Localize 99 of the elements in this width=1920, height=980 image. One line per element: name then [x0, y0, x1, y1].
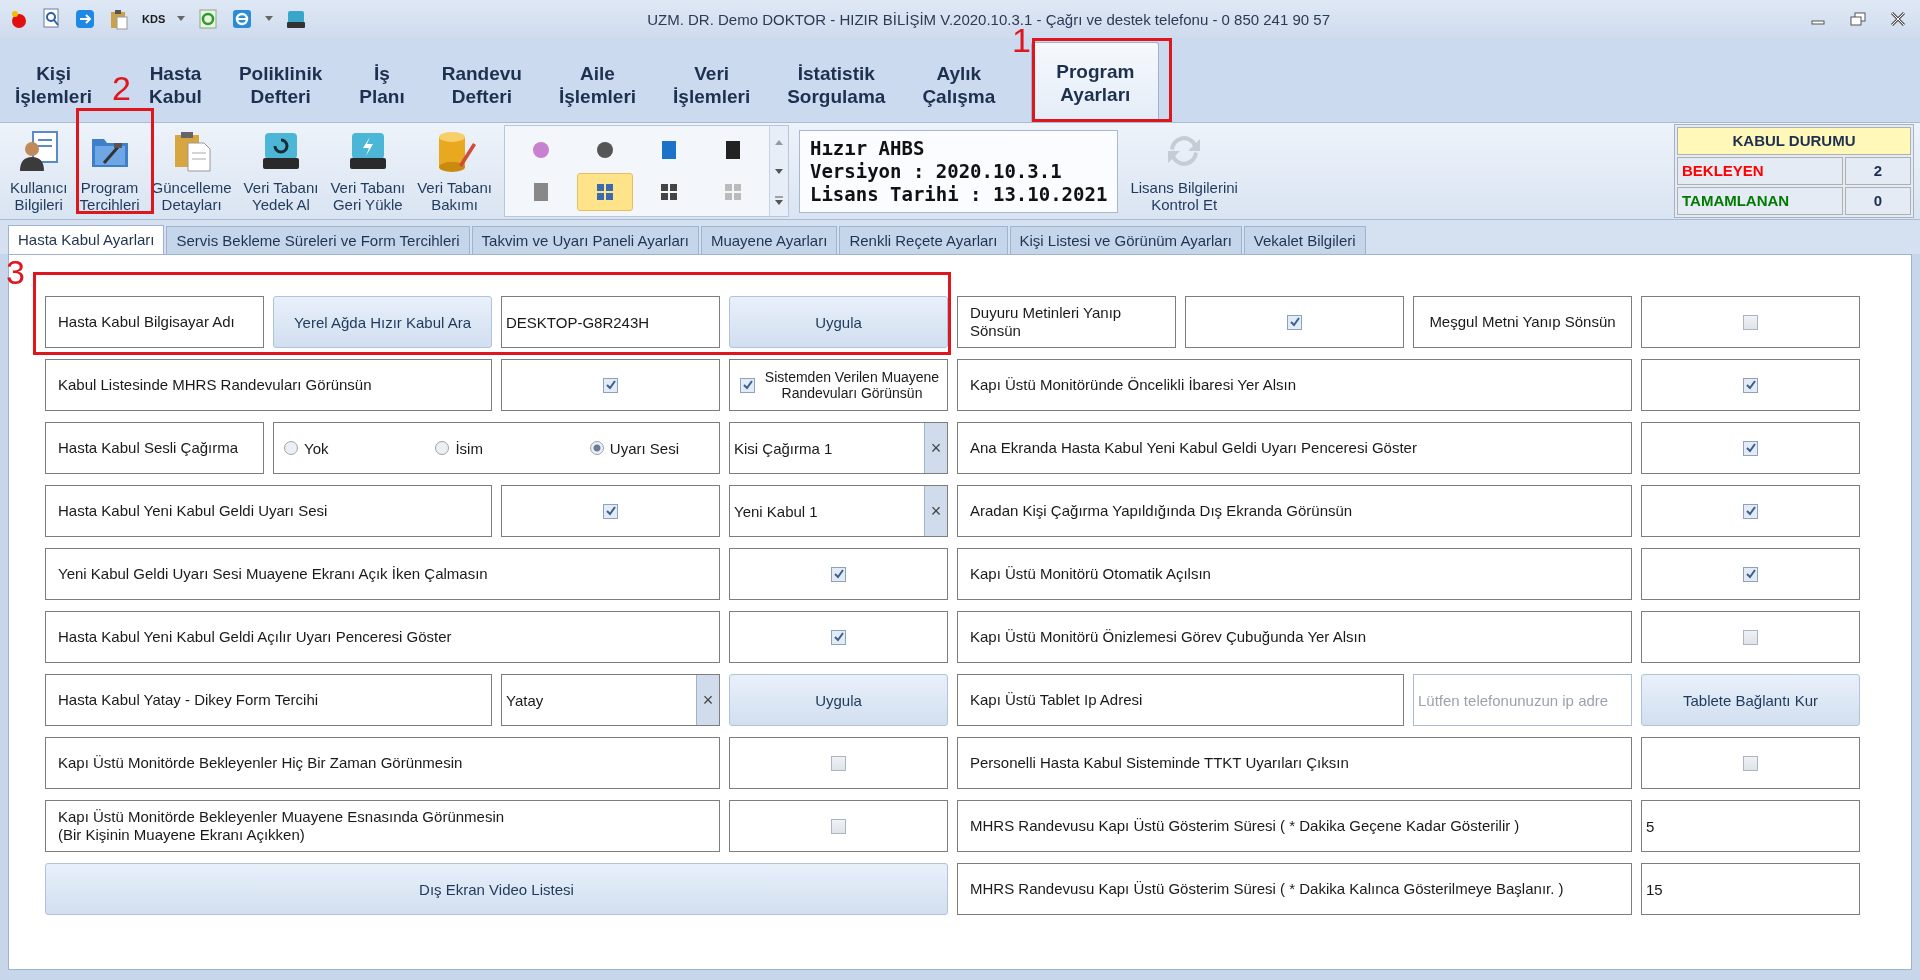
- setting-label: Ana Ekranda Hasta Kabul Yeni Kabul Geldi Uyarı Penceresi Göster: [957, 422, 1632, 474]
- checkbox[interactable]: [603, 377, 618, 393]
- setting-label: Duyuru Metinleri Yanıp Sönsün: [957, 296, 1176, 348]
- ribbon-tab[interactable]: Aile İşlemleri: [543, 57, 652, 112]
- caret-icon[interactable]: [265, 16, 274, 22]
- toolbar-button[interactable]: Kullanıcı Bilgileri: [6, 127, 72, 215]
- setting-label: Hasta Kabul Yeni Kabul Geldi Açılır Uyarı Penceresi Göster: [45, 611, 720, 663]
- close-icon[interactable]: [1890, 12, 1906, 26]
- checkbox[interactable]: [1743, 566, 1758, 582]
- version-text: Versiyon : 2020.10.3.1: [809, 159, 1063, 183]
- status-title: KABUL DURUMU: [1677, 127, 1911, 155]
- action-button[interactable]: Uygula: [729, 296, 948, 348]
- setting-label: Hasta Kabul Yatay - Dikey Form Tercihi: [45, 674, 492, 726]
- checkbox[interactable]: [1743, 755, 1758, 771]
- caret-icon[interactable]: [177, 16, 186, 22]
- toolbar-button[interactable]: Veri Tabanı Yedek Al: [239, 127, 323, 215]
- toolbar-button[interactable]: Güncelleme Detayları: [147, 127, 236, 215]
- kds-label[interactable]: KDS: [142, 13, 166, 25]
- search-icon[interactable]: [42, 8, 62, 30]
- setting-label: Kabul Listesinde MHRS Randevuları Görünsün: [45, 359, 492, 411]
- settings-tab[interactable]: Muayene Ayarları: [700, 226, 838, 254]
- setting-label: Kapı Üstü Monitöründe Öncelikli İbaresi Yer Alsın: [957, 359, 1632, 411]
- settings-tab[interactable]: Takvim ve Uyarı Paneli Ayarları: [471, 226, 699, 254]
- checkbox[interactable]: [1743, 377, 1758, 393]
- setting-label: Kapı Üstü Monitörde Bekleyenler Muayene Esnasında Görünmesin (Bir Kişinin Muayene Ekranı Açıkken): [45, 800, 720, 852]
- combo-field[interactable]: Kisi Çağırma 1 ×: [729, 422, 948, 474]
- input-field[interactable]: 15: [1641, 863, 1860, 915]
- radio-option[interactable]: Yok: [284, 439, 329, 457]
- settings-tab[interactable]: Renkli Reçete Ayarları: [839, 226, 1008, 254]
- version-text: Lisans Tarihi : 13.10.2021: [809, 182, 1108, 206]
- input-field[interactable]: 5: [1641, 800, 1860, 852]
- ribbon-tab[interactable]: Hasta Kabul: [134, 57, 217, 112]
- setting-label: Personelli Hasta Kabul Sisteminde TTKT Uyarıları Çıksın: [957, 737, 1632, 789]
- combo-field[interactable]: Yeni Kabul 1 ×: [729, 485, 948, 537]
- radio-button[interactable]: [435, 441, 450, 455]
- settings-tab[interactable]: Vekalet Bilgileri: [1243, 226, 1366, 254]
- setting-label: Meşgul Metni Yanıp Sönsün: [1413, 296, 1632, 348]
- checkbox[interactable]: [1743, 314, 1758, 330]
- setting-label: Aradan Kişi Çağırma Yapıldığında Dış Ekranda Görünsün: [957, 485, 1632, 537]
- setting-label: MHRS Randevusu Kapı Üstü Gösterim Süresi ( * Dakika Kalınca Gösterilmeye Başlanır. ): [957, 863, 1632, 915]
- drive-icon[interactable]: [285, 8, 308, 30]
- step-number: 3: [6, 254, 25, 290]
- setting-label: Kapı Üstü Tablet Ip Adresi: [957, 674, 1404, 726]
- checkbox[interactable]: [831, 755, 846, 771]
- checkbox[interactable]: [831, 629, 846, 645]
- toolbar-button[interactable]: Veri Tabanı Geri Yükle: [326, 127, 410, 215]
- toolbar-button[interactable]: Program Tercihleri: [75, 127, 144, 215]
- setting-label: MHRS Randevusu Kapı Üstü Gösterim Süresi ( * Dakika Geçene Kadar Gösterilir ): [957, 800, 1632, 852]
- radio-button[interactable]: [284, 441, 298, 455]
- action-button[interactable]: Yerel Ağda Hızır Kabul Ara: [273, 296, 492, 348]
- checkbox[interactable]: [1743, 629, 1758, 645]
- setting-label: Kapı Üstü Monitörü Otomatik Açılsın: [957, 548, 1632, 600]
- step-number: 2: [112, 70, 131, 106]
- status-label: BEKLEYEN: [1677, 157, 1843, 185]
- radio-option[interactable]: İsim: [435, 439, 483, 457]
- checkbox[interactable]: [603, 503, 618, 519]
- settings-tab[interactable]: Hasta Kabul Ayarları: [8, 225, 165, 254]
- setting-label: Hasta Kabul Bilgisayar Adı: [45, 296, 264, 348]
- settings-tab[interactable]: Kişi Listesi ve Görünüm Ayarları: [1009, 226, 1242, 254]
- ribbon-tab[interactable]: İş Planı: [344, 57, 420, 112]
- setting-label: Hasta Kabul Sesli Çağırma: [45, 422, 264, 474]
- action-button[interactable]: Uygula: [729, 674, 948, 726]
- setting-label: Yeni Kabul Geldi Uyarı Sesi Muayene Ekranı Açık İken Çalmasın: [45, 548, 720, 600]
- input-field[interactable]: Lütfen telefonunuzun ip adre: [1413, 674, 1632, 726]
- checkbox[interactable]: [831, 566, 846, 582]
- ribbon-tab[interactable]: Randevu Defteri: [426, 57, 537, 112]
- radio-option[interactable]: Uyarı Sesi: [589, 439, 679, 457]
- checkbox-label: Sistemden Verilen Muayene Randevuları Görünsün: [763, 369, 941, 401]
- setting-label: Kapı Üstü Monitörü Önizlemesi Görev Çubuğunda Yer Alsın: [957, 611, 1632, 663]
- setting-label: Hasta Kabul Yeni Kabul Geldi Uyarı Sesi: [45, 485, 492, 537]
- clear-button[interactable]: ×: [924, 423, 947, 473]
- toolbar-button[interactable]: Veri Tabanı Bakımı: [413, 127, 496, 215]
- input-field[interactable]: DESKTOP-G8R243H: [501, 296, 720, 348]
- restore-icon[interactable]: [1850, 12, 1866, 26]
- checkbox[interactable]: [1743, 440, 1758, 456]
- ribbon-tab[interactable]: Kişi İşlemleri: [0, 57, 108, 112]
- radio-button[interactable]: [589, 441, 604, 455]
- license-check-button[interactable]: Lisans Bilgilerini Kontrol Et: [1126, 127, 1242, 215]
- checkbox[interactable]: [740, 377, 755, 393]
- status-count: 0: [1845, 187, 1911, 215]
- action-button[interactable]: Dış Ekran Video Listesi: [45, 863, 948, 915]
- ribbon-tab[interactable]: Veri İşlemleri: [658, 57, 766, 112]
- status-label: TAMAMLANAN: [1677, 187, 1843, 215]
- checkbox[interactable]: [831, 818, 846, 834]
- checkbox[interactable]: [1287, 314, 1302, 330]
- settings-tab[interactable]: Servis Bekleme Süreleri ve Form Tercihleri: [166, 226, 470, 254]
- setting-label: Kapı Üstü Monitörde Bekleyenler Hiç Bir Zaman Görünmesin: [45, 737, 720, 789]
- ribbon-tab[interactable]: Poliklinik Defteri: [223, 57, 338, 112]
- combo-field[interactable]: Yatay ×: [501, 674, 720, 726]
- clipboard-icon[interactable]: [108, 8, 130, 30]
- ribbon-tab[interactable]: İstatistik Sorgulama: [772, 57, 901, 112]
- action-button[interactable]: Tablete Bağlantı Kur: [1641, 674, 1860, 726]
- clear-button[interactable]: ×: [696, 675, 719, 725]
- status-count: 2: [1845, 157, 1911, 185]
- version-text: Hızır AHBS: [809, 136, 926, 160]
- ribbon-tab[interactable]: Aylık Çalışma: [907, 57, 1011, 112]
- checkbox[interactable]: [1743, 503, 1758, 519]
- clear-button[interactable]: ×: [924, 486, 947, 536]
- ribbon-tab[interactable]: Program Ayarları: [1031, 42, 1160, 122]
